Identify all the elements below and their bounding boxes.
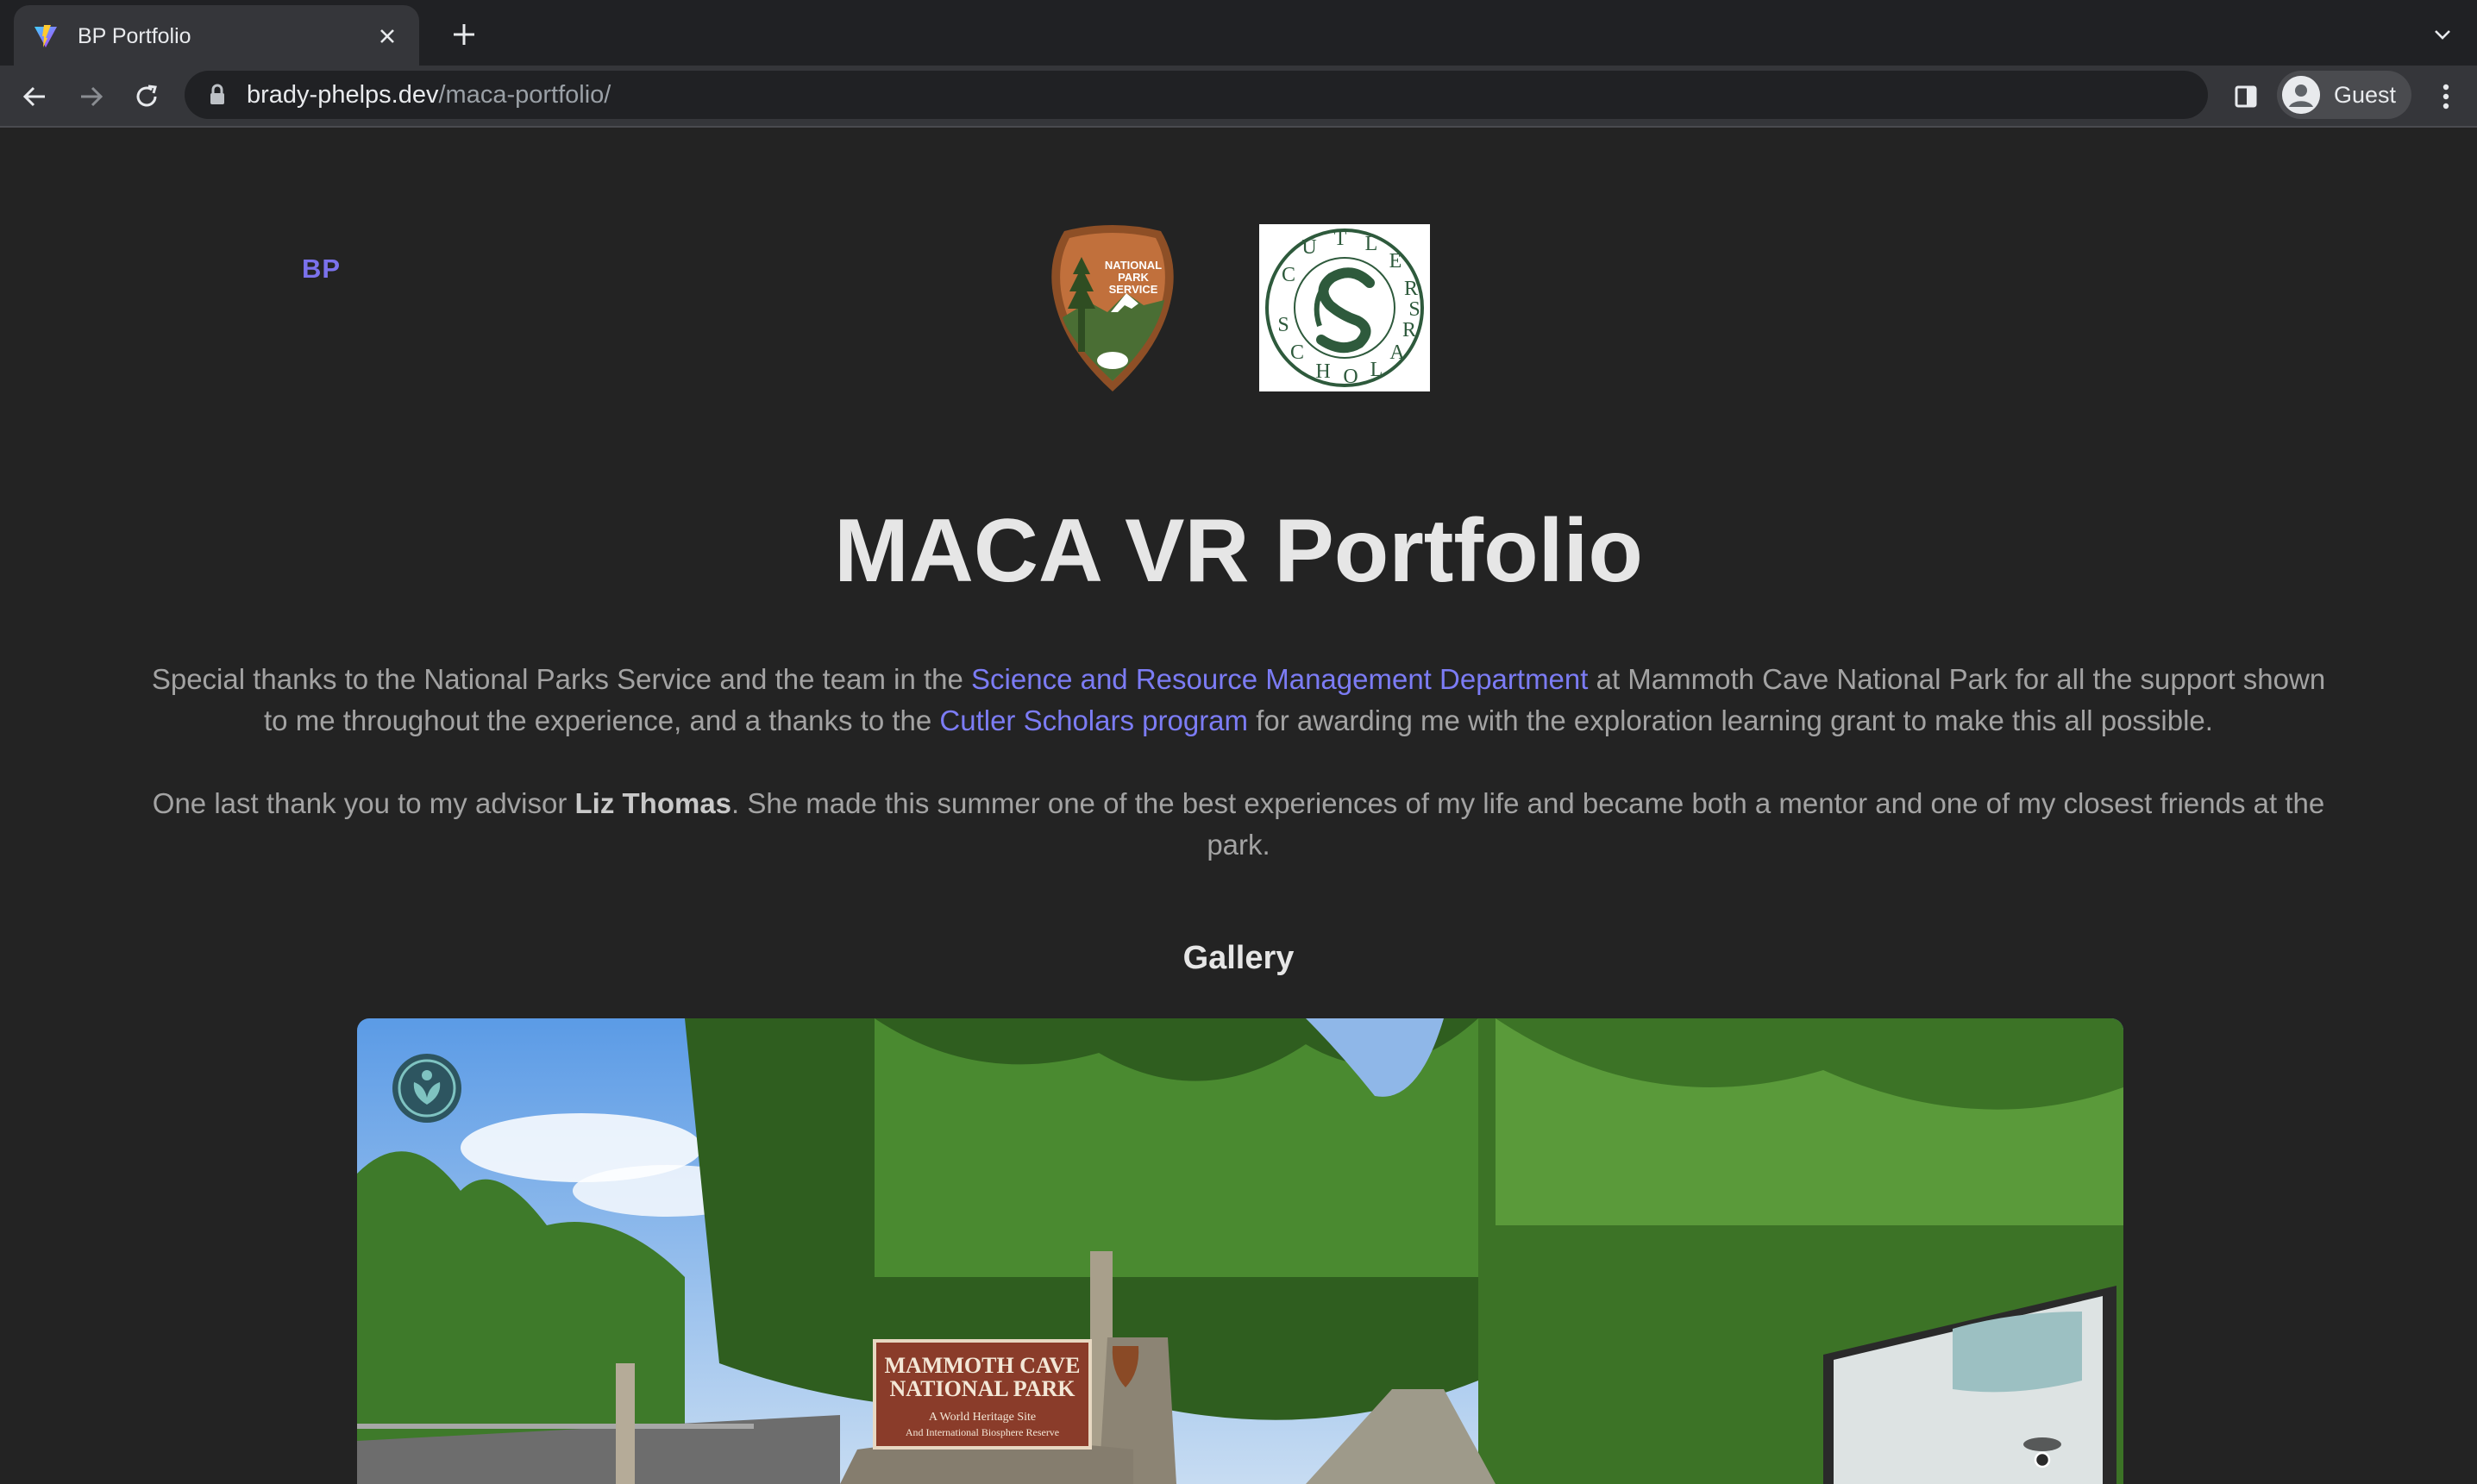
side-panel-icon[interactable] bbox=[2227, 78, 2265, 116]
svg-text:PARK: PARK bbox=[1118, 271, 1149, 284]
park-sign-text: MAMMOTH CAVE NATIONAL PARK A World Herit… bbox=[884, 1353, 1080, 1438]
kebab-menu-icon[interactable] bbox=[2427, 78, 2465, 116]
brand-logo-link[interactable]: BP bbox=[302, 254, 341, 285]
lock-icon[interactable] bbox=[205, 83, 229, 107]
svg-text:E: E bbox=[1389, 250, 1402, 272]
svg-text:SERVICE: SERVICE bbox=[1109, 283, 1158, 296]
gallery-heading: Gallery bbox=[1182, 940, 1295, 976]
svg-text:S: S bbox=[1408, 298, 1420, 321]
url-host: brady-phelps.dev bbox=[247, 80, 439, 109]
advisor-text-1: One last thank you to my advisor bbox=[152, 787, 575, 819]
page-content: BP NATIONAL PARK SERVICE C U T L E R S C… bbox=[0, 129, 2477, 1484]
tab-strip: BP Portfolio bbox=[0, 0, 2477, 67]
url-text: brady-phelps.dev/maca-portfolio/ bbox=[247, 81, 611, 110]
reload-icon[interactable] bbox=[126, 76, 167, 117]
profile-icon bbox=[2282, 76, 2320, 114]
plus-icon[interactable] bbox=[447, 17, 481, 52]
svg-text:NATIONAL: NATIONAL bbox=[1105, 259, 1162, 272]
vr-viewer-logo-icon[interactable] bbox=[392, 1053, 462, 1124]
svg-text:L: L bbox=[1370, 359, 1383, 381]
address-bar[interactable]: brady-phelps.dev/maca-portfolio/ bbox=[185, 71, 2208, 119]
svg-text:R: R bbox=[1402, 319, 1416, 341]
url-path: /maca-portfolio/ bbox=[438, 80, 611, 109]
thanks-text-3: for awarding me with the exploration lea… bbox=[1248, 704, 2213, 736]
nps-arrowhead-logo: NATIONAL PARK SERVICE bbox=[1047, 222, 1178, 391]
forward-arrow-icon[interactable] bbox=[71, 76, 112, 117]
browser-toolbar: brady-phelps.dev/maca-portfolio/ Guest bbox=[0, 66, 2477, 128]
cutler-scholars-logo: C U T L E R S C H O L A R S bbox=[1259, 224, 1430, 391]
svg-text:NATIONAL PARK: NATIONAL PARK bbox=[890, 1376, 1076, 1401]
svg-text:MAMMOTH CAVE: MAMMOTH CAVE bbox=[884, 1353, 1080, 1378]
tab-title: BP Portfolio bbox=[78, 23, 191, 48]
thanks-text-1: Special thanks to the National Parks Ser… bbox=[151, 663, 972, 695]
science-resource-link[interactable]: Science and Resource Management Departme… bbox=[971, 663, 1588, 695]
svg-text:L: L bbox=[1365, 233, 1378, 255]
chevron-down-icon[interactable] bbox=[2427, 19, 2458, 50]
svg-text:A: A bbox=[1389, 341, 1405, 364]
svg-text:U: U bbox=[1301, 236, 1316, 259]
cutler-scholars-link[interactable]: Cutler Scholars program bbox=[939, 704, 1248, 736]
svg-text:And International Biosphere Re: And International Biosphere Reserve bbox=[906, 1426, 1059, 1438]
svg-text:R: R bbox=[1404, 278, 1418, 300]
svg-text:C: C bbox=[1290, 341, 1304, 364]
vr-panorama-viewer[interactable]: MAMMOTH CAVE NATIONAL PARK A World Herit… bbox=[357, 1018, 2123, 1484]
back-arrow-icon[interactable] bbox=[14, 76, 55, 117]
vr-hotspot-icon[interactable] bbox=[2022, 1431, 2063, 1472]
close-icon[interactable] bbox=[373, 22, 402, 51]
svg-text:S: S bbox=[1277, 314, 1289, 336]
profile-button[interactable]: Guest bbox=[2277, 71, 2411, 119]
advisor-name: Liz Thomas bbox=[574, 787, 732, 819]
vite-favicon-icon bbox=[31, 22, 60, 51]
svg-text:O: O bbox=[1343, 366, 1358, 388]
browser-tab[interactable]: BP Portfolio bbox=[14, 5, 419, 67]
svg-text:H: H bbox=[1315, 360, 1330, 383]
svg-text:A World Heritage Site: A World Heritage Site bbox=[929, 1411, 1036, 1424]
page-title: MACA VR Portfolio bbox=[834, 501, 1643, 601]
svg-text:T: T bbox=[1334, 228, 1347, 250]
advisor-text-2: . She made this summer one of the best e… bbox=[731, 787, 2325, 861]
svg-text:C: C bbox=[1282, 264, 1295, 286]
advisor-paragraph: One last thank you to my advisor Liz Tho… bbox=[147, 783, 2330, 866]
profile-label: Guest bbox=[2334, 81, 2397, 108]
thanks-paragraph: Special thanks to the National Parks Ser… bbox=[147, 659, 2330, 742]
